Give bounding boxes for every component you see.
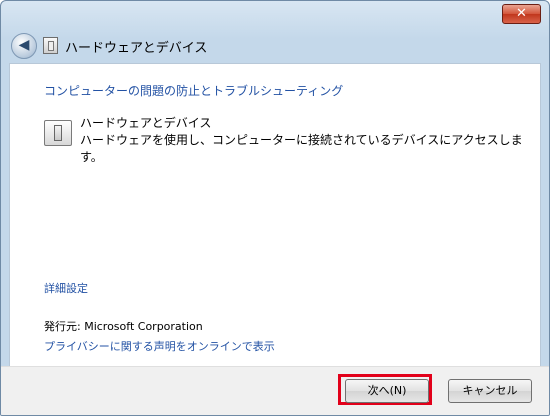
button-bar: 次へ(N) キャンセル: [1, 366, 549, 415]
troubleshooter-window: ✕ ◀ ハードウェアとデバイス コンピューターの問題の防止とトラブルシューティン…: [0, 0, 550, 416]
content-panel: コンピューターの問題の防止とトラブルシューティング ハードウェアとデバイス ハー…: [9, 63, 541, 367]
next-button[interactable]: 次へ(N): [345, 379, 429, 403]
option-description: ハードウェアを使用し、コンピューターに接続されているデバイスにアクセスします。: [80, 133, 523, 164]
option-title[interactable]: ハードウェアとデバイス: [80, 114, 211, 131]
back-arrow-icon[interactable]: ◀: [11, 33, 37, 59]
page-heading: コンピューターの問題の防止とトラブルシューティング: [44, 84, 344, 98]
close-button[interactable]: ✕: [502, 4, 541, 24]
advanced-settings-link[interactable]: 詳細設定: [44, 280, 88, 296]
window-title: ハードウェアとデバイス: [65, 41, 208, 56]
cancel-button[interactable]: キャンセル: [448, 379, 532, 403]
header-bar: ◀ ハードウェアとデバイス: [1, 25, 549, 63]
privacy-statement-link[interactable]: プライバシーに関する声明をオンラインで表示: [44, 338, 275, 354]
hardware-device-icon: [43, 37, 58, 54]
hardware-device-icon[interactable]: [44, 120, 72, 146]
publisher-text: 発行元: Microsoft Corporation: [44, 320, 203, 333]
